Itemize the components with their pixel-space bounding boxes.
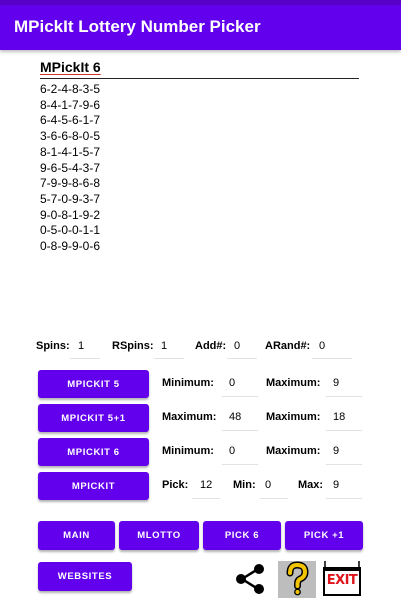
number-item: 3-6-6-8-0-5 xyxy=(40,129,101,144)
mpickit6-max-label: Maximum: xyxy=(266,445,321,457)
share-icon[interactable] xyxy=(232,562,268,596)
number-item: 8-1-4-1-5-7 xyxy=(40,144,101,159)
mpickit6-min-value[interactable]: 0 xyxy=(229,445,235,457)
mpickit6-min-label: Minimum: xyxy=(162,445,214,457)
mpickit-max-value[interactable]: 9 xyxy=(333,479,339,491)
mpickit-max-label: Max: xyxy=(298,479,324,491)
mpickit5-max-value[interactable]: 9 xyxy=(333,377,339,389)
mpickit5plus1-button[interactable]: MPICKIT 5+1 xyxy=(38,404,149,432)
help-icon[interactable] xyxy=(278,561,316,598)
add-label: Add#: xyxy=(195,340,227,352)
picker-title: MPickIt 6 xyxy=(40,59,101,75)
mpickit6-button[interactable]: MPICKIT 6 xyxy=(38,438,149,466)
rspins-value[interactable]: 1 xyxy=(161,340,167,352)
mpickit5-button[interactable]: MPICKIT 5 xyxy=(38,370,149,398)
mpickit5plus1-max2-value[interactable]: 18 xyxy=(333,411,345,423)
mpickit5-min-label: Minimum: xyxy=(162,377,214,389)
exit-text: EXIT xyxy=(326,573,358,588)
mpickit5plus1-max1-value[interactable]: 48 xyxy=(229,411,241,423)
rspins-underline xyxy=(154,358,184,359)
spins-underline xyxy=(70,358,100,359)
mpickit-pick-label: Pick: xyxy=(162,479,189,491)
app-title: MPickIt Lottery Number Picker xyxy=(14,17,261,36)
number-item: 5-7-0-9-3-7 xyxy=(40,191,101,206)
app-bar: MPickIt Lottery Number Picker xyxy=(0,5,401,50)
mpickit-max-underline xyxy=(326,498,362,499)
pick6-button[interactable]: PICK 6 xyxy=(203,521,281,550)
mpickit6-min-underline xyxy=(222,464,258,465)
mpickit5plus1-max2-label: Maximum: xyxy=(266,411,321,423)
mpickit-button[interactable]: MPICKIT xyxy=(38,472,149,500)
number-item: 0-5-0-0-1-1 xyxy=(40,223,101,238)
mpickit5-min-underline xyxy=(222,396,258,397)
rspins-label: RSpins: xyxy=(112,340,154,352)
add-underline xyxy=(227,358,257,359)
mpickit5-max-underline xyxy=(326,396,362,397)
number-item: 9-6-5-4-3-7 xyxy=(40,160,101,175)
add-value[interactable]: 0 xyxy=(234,340,240,352)
title-divider xyxy=(40,78,359,79)
mlotto-button[interactable]: MLOTTO xyxy=(119,521,199,550)
mpickit-min-value[interactable]: 0 xyxy=(265,479,271,491)
number-item: 6-2-4-8-3-5 xyxy=(40,82,101,96)
mpickit5-min-value[interactable]: 0 xyxy=(229,377,235,389)
spins-label: Spins: xyxy=(36,340,70,352)
arand-label: ARand#: xyxy=(265,340,311,352)
arand-underline xyxy=(312,358,352,359)
mpickit6-max-underline xyxy=(326,464,362,465)
number-item: 8-4-1-7-9-6 xyxy=(40,97,101,112)
exit-sign-icon[interactable]: EXIT xyxy=(321,560,363,598)
mpickit-min-underline xyxy=(260,498,288,499)
mpickit5plus1-max2-underline xyxy=(326,430,362,431)
arand-value[interactable]: 0 xyxy=(319,340,325,352)
mpickit-min-label: Min: xyxy=(233,479,256,491)
mpickit5plus1-max1-underline xyxy=(222,430,258,431)
websites-button[interactable]: WEBSITES xyxy=(38,562,132,591)
number-item: 9-0-8-1-9-2 xyxy=(40,207,101,222)
number-item: 7-9-9-8-6-8 xyxy=(40,176,101,191)
mpickit5plus1-max1-label: Maximum: xyxy=(162,411,217,423)
number-list: 6-2-4-8-3-5 8-4-1-7-9-6 6-4-5-6-1-7 3-6-… xyxy=(40,82,100,255)
number-item: 0-8-9-9-0-6 xyxy=(40,239,101,254)
mpickit-pick-value[interactable]: 12 xyxy=(200,479,212,491)
number-item: 6-4-5-6-1-7 xyxy=(40,113,101,128)
mpickit5-max-label: Maximum: xyxy=(266,377,321,389)
mpickit-pick-underline xyxy=(192,498,220,499)
spins-value[interactable]: 1 xyxy=(78,340,84,352)
pick-plus1-button[interactable]: PICK +1 xyxy=(285,521,363,550)
mpickit6-max-value[interactable]: 9 xyxy=(333,445,339,457)
main-button[interactable]: MAIN xyxy=(38,521,115,550)
